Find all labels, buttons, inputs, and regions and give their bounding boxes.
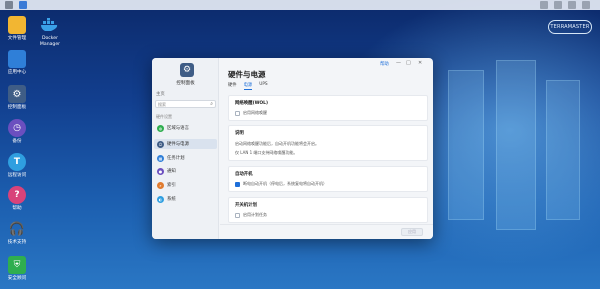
wol-checkbox-row[interactable]: 启用网络唤醒: [235, 110, 267, 116]
page-title: 硬件与电源: [228, 70, 266, 79]
desktop-icon-app-center[interactable]: 应用中心: [0, 50, 34, 76]
sidebar-item-region-language[interactable]: ◍ 区域与语言: [154, 123, 217, 133]
sidebar: ⚙ 控制面板 主页 搜索 ⌕ 硬件设置 ◍ 区域与语言 ⏻ 硬件与电源 ▦ 任务…: [152, 58, 219, 239]
remote-access-icon: T: [8, 153, 26, 171]
desktop-icon-support[interactable]: 🎧 技术支持: [0, 220, 34, 246]
search-input[interactable]: 搜索 ⌕: [155, 100, 216, 108]
globe-icon: ◍: [157, 124, 164, 132]
clock-icon: ◷: [8, 119, 26, 137]
app-center-icon: [8, 50, 26, 68]
breadcrumb[interactable]: 主页: [156, 91, 165, 97]
main-panel: 帮助 — □ ✕ 硬件与电源 硬件 电源 UPS 网络唤醒(WOL) 启用网络唤…: [220, 58, 433, 239]
sidebar-item-notifications[interactable]: ● 通知: [154, 166, 217, 176]
sidebar-item-task-scheduler[interactable]: ▦ 任务计划: [154, 153, 217, 163]
tab-hardware[interactable]: 硬件: [228, 82, 237, 90]
index-icon: ⌕: [157, 181, 164, 189]
calendar-icon: ▦: [157, 154, 164, 162]
auto-power-on-row[interactable]: 断电自动开机（停电后，系统复电将自动开机）: [235, 181, 327, 187]
wallpaper-rack: [546, 80, 580, 220]
section-label: 硬件设置: [156, 114, 172, 119]
note-card: 说明 启动网络唤醒功能后，自动开机功能将会开启。 仅 LAN 1 端口支持网络唤…: [228, 125, 428, 161]
window-footer: 应用: [220, 224, 433, 239]
power-icon: ⏻: [157, 140, 164, 148]
app-title: 控制面板: [176, 81, 195, 86]
brand-logo: TERRAMASTER: [548, 20, 592, 34]
desktop-icon-control-panel[interactable]: ⚙ 控制面板: [0, 85, 34, 111]
wol-card: 网络唤醒(WOL) 启用网络唤醒: [228, 95, 428, 121]
desktop-icon-docker-manager[interactable]: Docker Manager: [33, 16, 67, 47]
schedule-checkbox[interactable]: [235, 212, 240, 218]
tab-power[interactable]: 电源: [243, 82, 253, 90]
notification-icon[interactable]: [540, 1, 548, 9]
taskbar-app-icon[interactable]: [19, 1, 27, 9]
search-icon[interactable]: [568, 1, 576, 9]
auto-power-on-checkbox[interactable]: [235, 181, 240, 187]
wallpaper-rack: [496, 60, 536, 230]
desktop-icon-backup[interactable]: ◷ 备份: [0, 119, 34, 145]
search-icon[interactable]: ⌕: [210, 101, 213, 108]
desktop-icon-help[interactable]: ? 帮助: [0, 186, 34, 212]
wol-checkbox[interactable]: [235, 110, 240, 116]
schedule-checkbox-row[interactable]: 启用计划任务: [235, 212, 267, 218]
minimize-button[interactable]: —: [396, 60, 401, 66]
system-icon: ◐: [157, 195, 164, 203]
desktop-icon-remote-access[interactable]: T 远程访问: [0, 153, 34, 179]
help-icon: ?: [8, 186, 26, 204]
maximize-button[interactable]: □: [406, 60, 411, 66]
schedule-card: 开关机计划 启用计划任务: [228, 197, 428, 223]
control-panel-icon: ⚙: [180, 63, 194, 77]
docker-icon: [41, 16, 59, 34]
sidebar-item-hardware-power[interactable]: ⏻ 硬件与电源: [154, 139, 217, 149]
user-icon[interactable]: [554, 1, 562, 9]
sidebar-item-index[interactable]: ⌕ 索引: [154, 180, 217, 190]
sidebar-item-system[interactable]: ◐ 系统: [154, 194, 217, 204]
gear-icon: ⚙: [8, 85, 26, 103]
tab-ups[interactable]: UPS: [259, 82, 267, 90]
top-taskbar: [0, 0, 600, 10]
desktop-icon-file-manager[interactable]: 文件管理: [0, 16, 34, 42]
desktop-icon-security-advisor[interactable]: ⛨ 安全顾问: [0, 256, 34, 282]
close-button[interactable]: ✕: [418, 60, 422, 66]
headset-icon: 🎧: [8, 221, 26, 237]
apply-button[interactable]: 应用: [401, 228, 423, 236]
auto-power-on-card: 自动开机 断电自动开机（停电后，系统复电将自动开机）: [228, 166, 428, 192]
wallpaper-rack: [448, 70, 484, 220]
menu-grid-icon[interactable]: [5, 1, 13, 9]
folder-icon: [8, 16, 26, 34]
tab-bar: 硬件 电源 UPS: [228, 82, 268, 90]
help-link[interactable]: 帮助: [380, 61, 389, 67]
settings-icon[interactable]: [582, 1, 590, 9]
shield-icon: ⛨: [8, 256, 26, 274]
bell-icon: ●: [157, 167, 164, 175]
control-panel-window[interactable]: ⚙ 控制面板 主页 搜索 ⌕ 硬件设置 ◍ 区域与语言 ⏻ 硬件与电源 ▦ 任务…: [152, 58, 433, 239]
